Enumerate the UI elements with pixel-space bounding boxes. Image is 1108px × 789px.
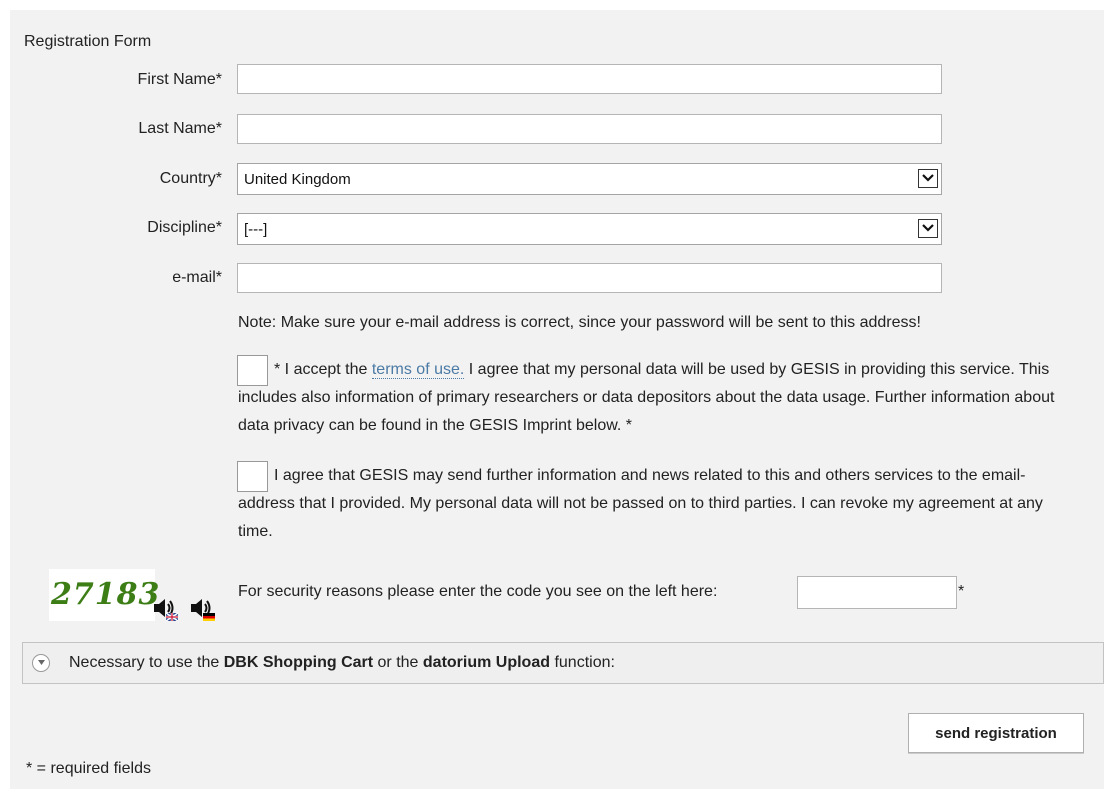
form-title: Registration Form <box>24 33 152 50</box>
terms-prefix: * I accept the <box>274 361 372 378</box>
terms-text: * I accept the terms of use. I agree tha… <box>238 356 1078 440</box>
terms-of-use-link[interactable]: terms of use. <box>371 361 465 379</box>
discipline-label: Discipline* <box>147 219 222 236</box>
country-selected-value: United Kingdom <box>244 171 351 188</box>
section-header-text: Necessary to use the DBK Shopping Cart o… <box>69 654 615 672</box>
discipline-selected-value: [---] <box>244 221 268 238</box>
section-suffix: function: <box>550 654 615 671</box>
speaker-uk-flag-icon[interactable] <box>152 596 180 622</box>
datorium-upload-label: datorium Upload <box>422 654 550 671</box>
speaker-de-flag-icon[interactable] <box>189 596 217 622</box>
email-note: Note: Make sure your e-mail address is c… <box>238 314 921 331</box>
first-name-input[interactable] <box>237 64 942 94</box>
email-input[interactable] <box>237 263 942 293</box>
last-name-label: Last Name* <box>138 120 222 137</box>
first-name-label: First Name* <box>137 71 222 88</box>
country-label: Country* <box>159 170 222 187</box>
captcha-label: For security reasons please enter the co… <box>238 583 718 600</box>
email-label: e-mail* <box>172 269 222 286</box>
shopping-cart-section[interactable]: Necessary to use the DBK Shopping Cart o… <box>22 642 1104 684</box>
newsletter-text: I agree that GESIS may send further info… <box>238 462 1078 546</box>
captcha-required-marker: * <box>958 583 965 600</box>
captcha-image: 27183 <box>49 569 159 621</box>
country-select[interactable]: United Kingdom <box>237 163 942 195</box>
newsletter-text-body: I agree that GESIS may send further info… <box>238 467 1043 540</box>
captcha-input[interactable] <box>797 576 957 609</box>
section-middle: or the <box>373 654 423 671</box>
captcha-code: 27183 <box>51 577 161 612</box>
chevron-down-icon[interactable] <box>918 169 938 188</box>
section-prefix: Necessary to use the <box>69 654 224 671</box>
required-fields-footnote: * = required fields <box>26 760 151 777</box>
expand-toggle-icon[interactable] <box>32 654 50 672</box>
last-name-input[interactable] <box>237 114 942 144</box>
chevron-down-icon[interactable] <box>918 219 938 238</box>
send-registration-button[interactable]: send registration <box>908 713 1084 753</box>
dbk-shopping-cart-label: DBK Shopping Cart <box>223 654 374 671</box>
discipline-select[interactable]: [---] <box>237 213 942 245</box>
